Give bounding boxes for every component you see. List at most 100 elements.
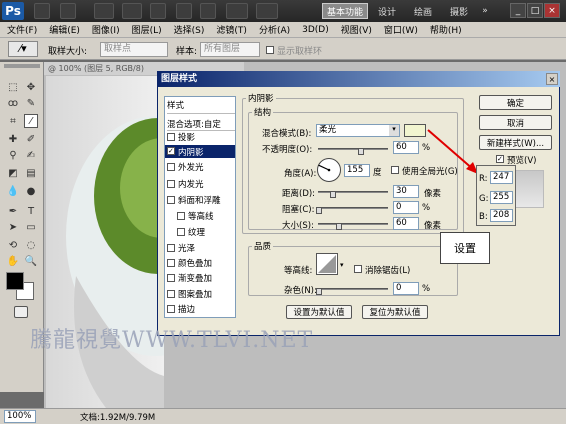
- contour-checkbox[interactable]: [177, 212, 185, 220]
- eraser-tool-icon[interactable]: ◩: [6, 166, 20, 180]
- stroke-checkbox[interactable]: [167, 305, 175, 313]
- history-brush-icon[interactable]: ✍: [24, 148, 38, 162]
- style-item-inner-shadow[interactable]: 内阴影: [178, 146, 204, 158]
- style-item-drop-shadow[interactable]: 投影: [178, 131, 195, 143]
- sample-size-select[interactable]: 取样点: [100, 42, 168, 57]
- b-input[interactable]: 208: [490, 209, 513, 222]
- gradient-tool-icon[interactable]: ▤: [24, 166, 38, 180]
- clone-stamp-icon[interactable]: ⚲: [6, 148, 20, 162]
- minibridge-icon[interactable]: [60, 3, 76, 19]
- menu-layer[interactable]: 图层(L): [132, 23, 162, 36]
- bevel-checkbox[interactable]: [167, 196, 175, 204]
- style-item-texture[interactable]: 纹理: [188, 226, 205, 238]
- zoom-field[interactable]: 100%: [4, 410, 36, 423]
- global-light-checkbox[interactable]: [391, 166, 399, 174]
- minimize-icon[interactable]: _: [510, 3, 526, 18]
- style-item-stroke[interactable]: 描边: [178, 303, 195, 315]
- eyedropper-preset-icon[interactable]: ⁄▾: [8, 41, 38, 57]
- style-item-color-overlay[interactable]: 颜色叠加: [178, 257, 212, 269]
- lasso-tool-icon[interactable]: ꝏ: [6, 96, 20, 110]
- path-select-icon[interactable]: ➤: [6, 220, 20, 234]
- reset-default-button[interactable]: 复位为默认值: [362, 305, 428, 319]
- size-slider-knob[interactable]: [336, 223, 342, 230]
- maximize-icon[interactable]: □: [527, 3, 543, 18]
- menu-view[interactable]: 视图(V): [341, 23, 372, 36]
- 3d-rotate-icon[interactable]: ⟲: [6, 238, 20, 252]
- anti-alias-checkbox[interactable]: [354, 265, 362, 273]
- dodge-tool-icon[interactable]: ●: [24, 184, 38, 198]
- distance-slider[interactable]: [318, 191, 388, 193]
- menu-window[interactable]: 窗口(W): [384, 23, 418, 36]
- opacity-input[interactable]: 60: [393, 141, 419, 154]
- outer-glow-checkbox[interactable]: [167, 163, 175, 171]
- view-extras-icon[interactable]: [94, 3, 114, 19]
- choke-input[interactable]: 0: [393, 201, 419, 214]
- style-item-bevel[interactable]: 斜面和浮雕: [178, 194, 221, 206]
- size-input[interactable]: 60: [393, 217, 419, 230]
- workspace-more[interactable]: »: [478, 3, 492, 19]
- brush-tool-icon[interactable]: ✐: [24, 132, 38, 146]
- gradient-overlay-checkbox[interactable]: [167, 274, 175, 282]
- shadow-color-swatch[interactable]: [404, 124, 426, 137]
- foreground-color-swatch[interactable]: [6, 272, 24, 290]
- choke-slider-knob[interactable]: [316, 207, 322, 214]
- hand-tool-icon-2[interactable]: ✋: [6, 254, 20, 268]
- healing-brush-icon[interactable]: ✚: [6, 132, 20, 146]
- screen-mode-icon[interactable]: [256, 3, 278, 19]
- menu-edit[interactable]: 编辑(E): [49, 23, 80, 36]
- menu-3d[interactable]: 3D(D): [302, 25, 329, 35]
- make-default-button[interactable]: 设置为默认值: [286, 305, 352, 319]
- pattern-overlay-checkbox[interactable]: [167, 290, 175, 298]
- angle-input[interactable]: 155: [344, 164, 370, 177]
- arrange-documents-icon[interactable]: [226, 3, 248, 19]
- satin-checkbox[interactable]: [167, 244, 175, 252]
- new-style-button[interactable]: 新建样式(W)...: [479, 135, 552, 150]
- arrow-tool-icon[interactable]: ✥: [24, 80, 38, 94]
- bridge-icon[interactable]: [34, 3, 50, 19]
- cancel-button[interactable]: 取消: [479, 115, 552, 130]
- style-item-contour[interactable]: 等高线: [188, 210, 214, 222]
- noise-input[interactable]: 0: [393, 282, 419, 295]
- close-icon[interactable]: ×: [546, 73, 558, 85]
- style-item-outer-glow[interactable]: 外发光: [178, 161, 204, 173]
- quick-select-icon[interactable]: ✎: [24, 96, 38, 110]
- distance-slider-knob[interactable]: [330, 191, 336, 198]
- zoom-level-icon[interactable]: [122, 3, 142, 19]
- menu-analysis[interactable]: 分析(A): [259, 23, 290, 36]
- noise-slider[interactable]: [318, 288, 388, 290]
- style-item-satin[interactable]: 光泽: [178, 242, 195, 254]
- blend-options-item[interactable]: 混合选项:自定: [167, 118, 235, 131]
- type-tool-icon[interactable]: T: [24, 204, 38, 218]
- zoom-tool-icon[interactable]: [176, 3, 192, 19]
- workspace-photography[interactable]: 摄影: [442, 3, 476, 19]
- inner-shadow-checkbox[interactable]: ✓: [167, 147, 175, 155]
- styles-header[interactable]: 样式: [167, 99, 235, 114]
- menu-select[interactable]: 选择(S): [174, 23, 205, 36]
- inner-glow-checkbox[interactable]: [167, 180, 175, 188]
- g-input[interactable]: 255: [490, 191, 513, 204]
- choke-slider[interactable]: [318, 207, 388, 209]
- panel-grip[interactable]: [4, 64, 40, 68]
- opacity-slider[interactable]: [318, 148, 388, 150]
- preview-checkbox[interactable]: ✓: [496, 155, 504, 163]
- chevron-down-icon[interactable]: ▾: [340, 261, 344, 269]
- pen-tool-icon[interactable]: ✒: [6, 204, 20, 218]
- sample-select[interactable]: 所有图层: [200, 42, 260, 57]
- menu-image[interactable]: 图像(I): [92, 23, 120, 36]
- workspace-painting[interactable]: 绘画: [406, 3, 440, 19]
- workspace-essentials[interactable]: 基本功能: [322, 3, 368, 19]
- zoom-tool-icon-2[interactable]: 🔍: [24, 254, 38, 268]
- size-slider[interactable]: [318, 223, 388, 225]
- noise-slider-knob[interactable]: [316, 288, 322, 295]
- opacity-slider-knob[interactable]: [358, 148, 364, 155]
- menu-help[interactable]: 帮助(H): [430, 23, 462, 36]
- blur-tool-icon[interactable]: 💧: [6, 184, 20, 198]
- hand-tool-icon[interactable]: [150, 3, 166, 19]
- drop-shadow-checkbox[interactable]: [167, 133, 175, 141]
- menu-file[interactable]: 文件(F): [7, 23, 37, 36]
- crop-tool-icon[interactable]: ⌗: [6, 114, 20, 128]
- quick-mask-icon[interactable]: [14, 306, 28, 318]
- chevron-down-icon[interactable]: ▾: [389, 125, 399, 136]
- menu-filter[interactable]: 滤镜(T): [216, 23, 247, 36]
- style-item-inner-glow[interactable]: 内发光: [178, 178, 204, 190]
